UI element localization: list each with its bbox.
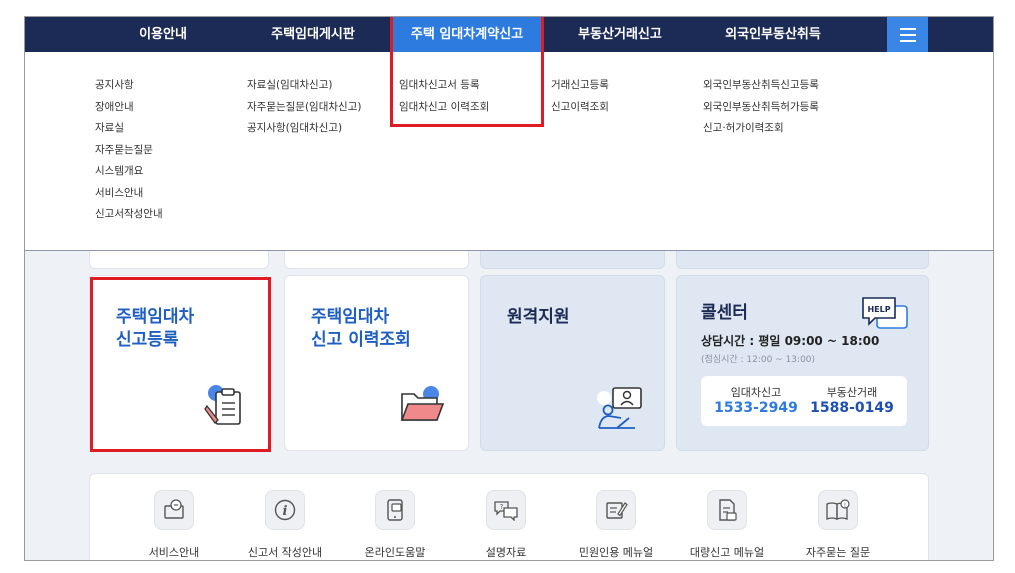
menu-faq[interactable]: 자주묻는질문 xyxy=(95,140,163,162)
quick-label: 온라인도움말 xyxy=(364,546,426,559)
lease-history-title: 주택임대차 신고 이력조회 xyxy=(311,306,411,352)
clipboard-icon xyxy=(204,385,241,425)
menu-system-overview[interactable]: 시스템개요 xyxy=(95,161,163,183)
quick-label: 자주묻는 질문 xyxy=(805,546,871,559)
quick-online-help[interactable]: 온라인도움말 xyxy=(340,490,450,560)
browser-viewport: 이용안내 주택임대게시판 주택 임대차계약신고 부동산거래신고 외국인부동산취득… xyxy=(24,16,994,561)
hamburger-icon xyxy=(900,28,916,30)
faq-book-icon: ! xyxy=(818,490,858,530)
call-center-card: 콜센터 HELP 상담시간 : 평일 09:00 ~ 18:00 (점심시간 :… xyxy=(676,275,929,451)
dropdown-col-foreigner: 외국인부동산취득신고등록 외국인부동산취득허가등록 신고·허가이력조회 xyxy=(703,75,819,140)
svg-text:?: ? xyxy=(500,503,504,511)
menu-library[interactable]: 자료실 xyxy=(95,118,163,140)
manual-icon xyxy=(596,490,636,530)
quick-service-guide[interactable]: 서비스안내 xyxy=(119,490,229,560)
menu-lease-history[interactable]: 임대차신고 이력조회 xyxy=(399,97,489,119)
menu-foreigner-history[interactable]: 신고·허가이력조회 xyxy=(703,118,819,140)
quick-label: 서비스안내 xyxy=(148,546,200,559)
call-center-title: 콜센터 xyxy=(701,303,748,323)
quick-explain-material[interactable]: ? 설명자료 xyxy=(451,490,561,560)
title-line: 주택임대차 xyxy=(311,307,390,327)
explain-icon: ? xyxy=(486,490,526,530)
quick-bulk-manual[interactable]: 대량신고 메뉴얼 xyxy=(672,490,782,560)
help-bubble-icon: HELP xyxy=(862,297,908,329)
svg-text:i: i xyxy=(283,504,288,519)
remote-support-icon xyxy=(597,387,642,429)
realty-phone-number[interactable]: 1588-0149 xyxy=(807,400,897,416)
lease-history-card[interactable]: 주택임대차 신고 이력조회 xyxy=(284,275,469,451)
menu-deal-register[interactable]: 거래신고등록 xyxy=(551,75,609,97)
info-icon: i xyxy=(265,490,305,530)
svg-text:!: ! xyxy=(844,502,846,509)
top-navigation: 이용안내 주택임대게시판 주택 임대차계약신고 부동산거래신고 외국인부동산취득 xyxy=(25,17,993,52)
nav-usage-guide[interactable]: 이용안내 xyxy=(103,17,223,52)
hamburger-menu-button[interactable] xyxy=(887,17,928,52)
lease-phone-label: 임대차신고 xyxy=(730,386,782,399)
quick-label: 대량신고 메뉴얼 xyxy=(689,546,765,559)
menu-foreigner-permit[interactable]: 외국인부동산취득허가등록 xyxy=(703,97,819,119)
mega-dropdown-menu: 공지사항 장애안내 자료실 자주묻는질문 시스템개요 서비스안내 신고서작성안내… xyxy=(25,52,993,251)
quick-label: 신고서 작성안내 xyxy=(247,546,323,559)
nav-lease-report[interactable]: 주택 임대차계약신고 xyxy=(392,17,542,52)
menu-lease-faq[interactable]: 자주묻는질문(임대차신고) xyxy=(247,97,361,119)
lease-phone-number[interactable]: 1533-2949 xyxy=(711,400,801,416)
lease-register-card[interactable]: 주택임대차 신고등록 xyxy=(89,275,269,451)
title-line: 주택임대차 xyxy=(116,307,195,327)
lease-register-title: 주택임대차 신고등록 xyxy=(116,306,194,352)
call-center-lunch: (점심시간 : 12:00 ~ 13:00) xyxy=(701,355,816,365)
help-badge-text: HELP xyxy=(867,305,890,314)
hamburger-icon-bar xyxy=(900,40,916,42)
title-line: 신고등록 xyxy=(116,330,179,350)
menu-lease-notice[interactable]: 공지사항(임대차신고) xyxy=(247,118,361,140)
remote-support-card[interactable]: 원격지원 xyxy=(480,275,665,451)
online-help-icon xyxy=(375,490,415,530)
service-guide-icon xyxy=(154,490,194,530)
dropdown-col-board: 자료실(임대차신고) 자주묻는질문(임대차신고) 공지사항(임대차신고) xyxy=(247,75,361,140)
quick-form-guide[interactable]: i 신고서 작성안내 xyxy=(230,490,340,560)
menu-lease-register[interactable]: 임대차신고서 등록 xyxy=(399,75,489,97)
quick-label: 민원인용 메뉴얼 xyxy=(578,546,654,559)
call-center-hours: 상담시간 : 평일 09:00 ~ 18:00 xyxy=(701,334,880,348)
dropdown-col-realty: 거래신고등록 신고이력조회 xyxy=(551,75,609,118)
quick-faq[interactable]: ! 자주묻는 질문 xyxy=(783,490,893,560)
menu-form-guide[interactable]: 신고서작성안내 xyxy=(95,204,163,226)
nav-lease-board[interactable]: 주택임대게시판 xyxy=(253,17,373,52)
quick-label: 설명자료 xyxy=(485,546,527,559)
menu-lease-library[interactable]: 자료실(임대차신고) xyxy=(247,75,361,97)
bulk-manual-icon xyxy=(707,490,747,530)
remote-support-title: 원격지원 xyxy=(507,307,570,327)
hamburger-icon-bar xyxy=(900,34,916,36)
menu-service-guide[interactable]: 서비스안내 xyxy=(95,183,163,205)
quick-links-bar: 서비스안내 i 신고서 작성안내 온라인도움말 ? 설명자료 민원인용 메뉴얼 xyxy=(89,473,929,560)
nav-realty-report[interactable]: 부동산거래신고 xyxy=(560,17,680,52)
dropdown-col-lease-report: 임대차신고서 등록 임대차신고 이력조회 xyxy=(399,75,489,118)
nav-foreigner-acquisition[interactable]: 외국인부동산취득 xyxy=(708,17,838,52)
menu-outage[interactable]: 장애안내 xyxy=(95,97,163,119)
quick-civil-manual[interactable]: 민원인용 메뉴얼 xyxy=(561,490,671,560)
dropdown-col-usage: 공지사항 장애안내 자료실 자주묻는질문 시스템개요 서비스안내 신고서작성안내 xyxy=(95,75,163,226)
menu-deal-history[interactable]: 신고이력조회 xyxy=(551,97,609,119)
realty-phone-label: 부동산거래 xyxy=(826,386,878,399)
title-line: 신고 이력조회 xyxy=(311,330,411,350)
menu-foreigner-report[interactable]: 외국인부동산취득신고등록 xyxy=(703,75,819,97)
folder-icon xyxy=(400,386,445,421)
menu-notice[interactable]: 공지사항 xyxy=(95,75,163,97)
phone-box: 임대차신고 1533-2949 부동산거래 1588-0149 xyxy=(701,376,907,426)
